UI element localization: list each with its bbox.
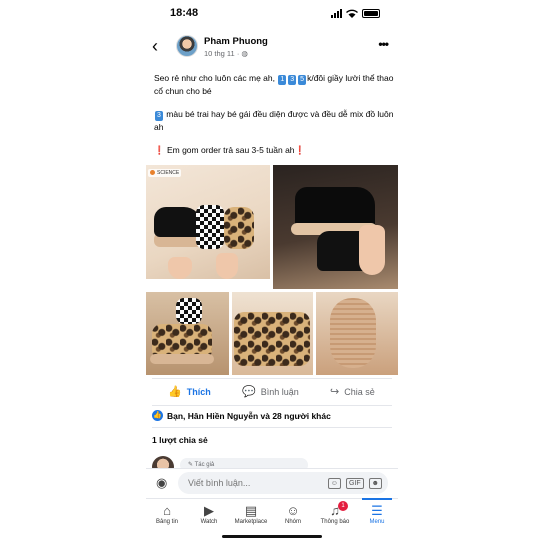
comment-bubble-icon: 💬 xyxy=(242,386,256,398)
marketplace-icon: ▤ xyxy=(244,503,258,518)
comment-label: Bình luận xyxy=(260,386,299,397)
battery-icon xyxy=(362,9,380,18)
tab-notifications[interactable]: ♫ 1 Thông báo xyxy=(314,501,356,525)
post-body: Seo rẻ như cho luôn các mẹ ah, 1 3 5 k/đôi … xyxy=(154,72,394,167)
author-avatar[interactable] xyxy=(176,35,198,57)
photo-gallery: SCIENCE xyxy=(146,165,398,375)
reactions-summary[interactable]: 👍 Bạn, Hân Hiền Nguyễn và 28 người khác xyxy=(152,410,331,421)
keycap-3: 3 xyxy=(155,111,163,121)
keycap-3: 3 xyxy=(288,75,297,85)
post-actions: 👍 Thích 💬 Bình luận ↪ Chia sẻ xyxy=(146,382,398,404)
comment-button[interactable]: 💬 Bình luận xyxy=(242,385,299,398)
post-line-3: ❗ Em gom order trả sau 3-5 tuần ah❗ xyxy=(154,144,394,156)
exclamation-icon: ❗ xyxy=(154,145,165,155)
post-meta: 10 thg 11 · ◍ xyxy=(204,49,248,58)
like-label: Thích xyxy=(186,386,211,397)
tab-label: Thông báo xyxy=(320,519,350,525)
divider xyxy=(152,405,392,406)
reactions-text: Bạn, Hân Hiền Nguyễn và 28 người khác xyxy=(167,410,331,421)
facebook-post-screen: 18:48 ‹ Pham Phuong 10 thg 11 · ◍ ••• Se… xyxy=(146,0,398,543)
divider xyxy=(152,427,392,428)
gif-button[interactable]: GIF xyxy=(345,478,364,489)
post-line-1: Seo rẻ như cho luôn các mẹ ah, 1 3 5 k/đôi … xyxy=(154,72,394,97)
post-header: ‹ Pham Phuong 10 thg 11 · ◍ ••• xyxy=(146,34,398,64)
divider xyxy=(152,378,392,379)
post-text-segment: Em gom order trả sau 3-5 tuần ah xyxy=(166,145,295,155)
photo-5[interactable] xyxy=(316,292,398,375)
tab-news-feed[interactable]: ⌂ Bảng tin xyxy=(146,503,188,525)
tab-groups[interactable]: ☺ Nhóm xyxy=(272,503,314,525)
photo-1[interactable]: SCIENCE xyxy=(146,165,270,279)
bottom-tab-bar: ⌂ Bảng tin ▶ Watch ▤ Marketplace ☺ Nhóm ♫ 1 Th… xyxy=(146,498,398,536)
tab-label: Marketplace xyxy=(234,519,268,525)
photo-brand-text: SCIENCE xyxy=(157,170,180,176)
status-bar: 18:48 xyxy=(146,6,398,24)
tab-label: Nhóm xyxy=(284,519,301,525)
back-arrow-icon[interactable]: ‹ xyxy=(152,37,166,55)
tab-label: Watch xyxy=(200,519,218,525)
post-text-segment: màu bé trai hay bé gái đều diện được và … xyxy=(154,109,394,132)
post-date: 10 thg 11 xyxy=(204,49,235,58)
keycap-5: 5 xyxy=(298,75,307,85)
tab-label: Menu xyxy=(369,519,385,525)
post-text-segment: Seo rẻ như cho luôn các mẹ ah, xyxy=(154,73,278,83)
groups-icon: ☺ xyxy=(286,503,300,518)
like-button[interactable]: 👍 Thích xyxy=(168,385,211,398)
camera-icon[interactable]: ◉ xyxy=(156,475,167,491)
photo-2[interactable] xyxy=(273,165,398,289)
tab-menu[interactable]: ☰ Menu xyxy=(356,498,398,525)
composer-icons: ☺ GIF ☻ xyxy=(327,478,382,489)
comment-composer: ◉ ☺ GIF ☻ xyxy=(146,468,398,498)
tab-marketplace[interactable]: ▤ Marketplace xyxy=(230,503,272,525)
sticker-icon[interactable]: ☺ xyxy=(327,478,341,489)
share-label: Chia sẻ xyxy=(344,386,375,397)
thumbs-up-icon: 👍 xyxy=(168,386,182,398)
more-options-icon[interactable]: ••• xyxy=(378,37,389,51)
tab-watch[interactable]: ▶ Watch xyxy=(188,503,230,525)
watch-icon: ▶ xyxy=(204,503,214,518)
home-indicator xyxy=(222,535,322,538)
signal-icon xyxy=(331,9,342,18)
notification-badge: 1 xyxy=(338,501,348,511)
tab-label: Bảng tin xyxy=(155,519,179,525)
author-name[interactable]: Pham Phuong xyxy=(204,36,268,47)
post-line-2: 3 màu bé trai hay bé gái đều diện được v… xyxy=(154,108,394,133)
globe-icon: ◍ xyxy=(241,49,248,58)
photo-4[interactable] xyxy=(232,292,313,375)
home-icon: ⌂ xyxy=(163,503,171,518)
status-icons xyxy=(331,9,380,18)
keycap-1: 1 xyxy=(278,75,287,85)
exclamation-icon: ❗ xyxy=(294,145,306,155)
shares-count[interactable]: 1 lượt chia sẻ xyxy=(152,435,208,445)
emoji-icon[interactable]: ☻ xyxy=(368,478,382,489)
bell-icon: ♫ xyxy=(330,503,340,518)
share-arrow-icon: ↪ xyxy=(330,386,340,398)
photo-brand-tag: SCIENCE xyxy=(148,169,182,177)
wifi-icon xyxy=(346,9,358,18)
share-button[interactable]: ↪ Chia sẻ xyxy=(330,385,375,398)
menu-icon: ☰ xyxy=(371,503,383,518)
like-reaction-icon: 👍 xyxy=(152,410,163,421)
status-time: 18:48 xyxy=(170,7,199,19)
photo-3[interactable] xyxy=(146,292,229,375)
